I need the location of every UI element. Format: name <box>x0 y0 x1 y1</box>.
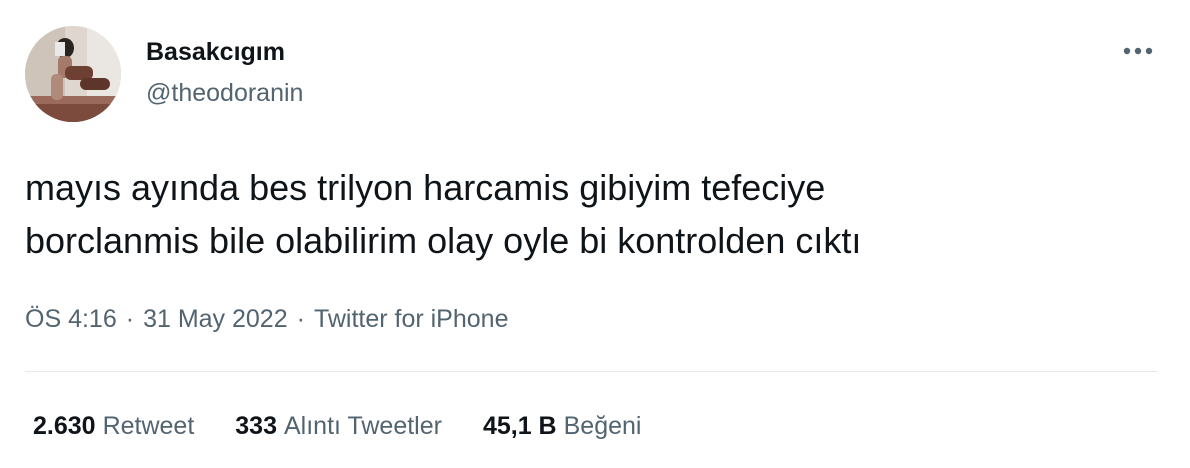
tweet-time-link[interactable]: ÖS 4:16 <box>25 305 117 333</box>
quote-tweets-stat[interactable]: 333 Alıntı Tweetler <box>235 409 442 443</box>
quote-count: 333 <box>235 412 277 440</box>
likes-stat[interactable]: 45,1 B Beğeni <box>483 409 642 443</box>
tweet-card: Basakcıgım @theodoranin mayıs ayında bes… <box>0 0 1190 468</box>
divider <box>25 371 1158 372</box>
user-handle[interactable]: @theodoranin <box>146 78 303 108</box>
quote-label: Alıntı Tweetler <box>284 412 442 440</box>
retweets-stat[interactable]: 2.630 Retweet <box>33 409 194 443</box>
retweet-count: 2.630 <box>33 412 96 440</box>
like-label: Beğeni <box>563 412 642 440</box>
display-name[interactable]: Basakcıgım <box>146 37 285 67</box>
like-count: 45,1 B <box>482 412 557 440</box>
tweet-stats: 2.630 Retweet 333 Alıntı Tweetler 45,1 B Be… <box>33 409 682 443</box>
tweet-text: mayıs ayında bes trilyon harcamis gibiyi… <box>25 161 1165 267</box>
tweet-source-link[interactable]: Twitter for iPhone <box>314 305 509 333</box>
more-options-button[interactable] <box>1118 36 1158 66</box>
profile-photo-icon <box>25 26 121 122</box>
meta-separator: · <box>296 305 305 333</box>
tweet-meta: ÖS 4:16 · 31 May 2022 · Twitter for iPhone <box>25 302 508 336</box>
tweet-text-line: borclanmis bile olabilirim olay oyle bi … <box>25 220 862 261</box>
more-horizontal-icon <box>1123 47 1153 55</box>
meta-separator: · <box>125 305 135 333</box>
tweet-text-line: mayıs ayında bes trilyon harcamis gibiyi… <box>25 167 826 208</box>
tweet-date-link[interactable]: 31 May 2022 <box>143 305 288 333</box>
avatar[interactable] <box>25 26 121 122</box>
retweet-label: Retweet <box>102 412 195 440</box>
